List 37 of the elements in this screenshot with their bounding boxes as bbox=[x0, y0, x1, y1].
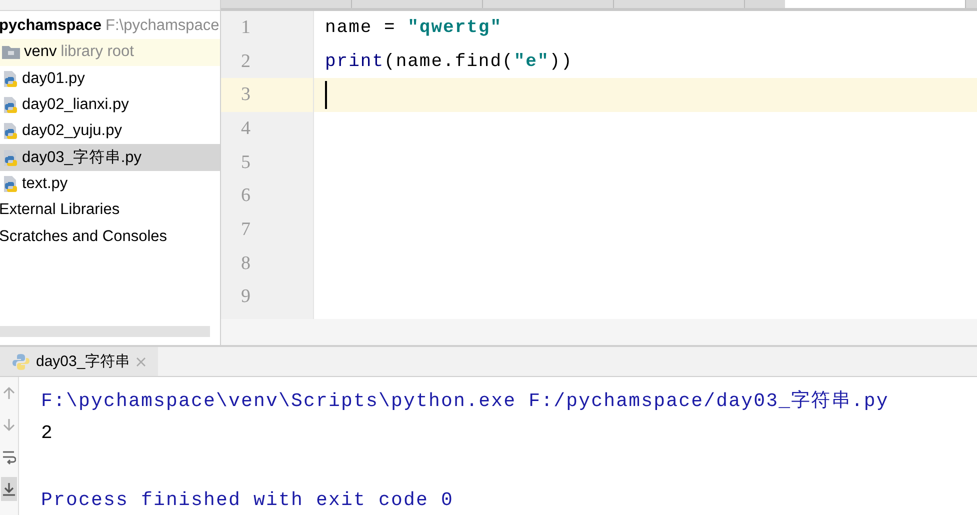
tree-item[interactable]: text.py bbox=[0, 170, 220, 198]
folder-icon bbox=[2, 45, 20, 60]
line-number: 9 bbox=[241, 286, 250, 308]
down-icon bbox=[2, 418, 16, 432]
line-number: 2 bbox=[241, 50, 250, 73]
tree-item[interactable]: day01.py bbox=[0, 66, 220, 92]
code-line: name = "qwertg" bbox=[325, 18, 502, 38]
console-line: F:\pychamspace\venv\Scripts\python.exe F:/pychamspace/day03_字符串.py bbox=[41, 388, 889, 413]
console-line: 2 bbox=[41, 422, 54, 444]
run-tab[interactable]: day03_字符串 bbox=[0, 347, 158, 376]
tree-item[interactable]: day02_yuju.py bbox=[0, 118, 220, 144]
tree-item[interactable]: venv library root bbox=[0, 39, 220, 66]
python-file-icon bbox=[2, 148, 18, 167]
line-number: 5 bbox=[241, 152, 250, 174]
code-line: print(name.find("e")) bbox=[325, 52, 573, 72]
console-line: Process finished with exit code 0 bbox=[41, 489, 454, 512]
tree-item[interactable]: day02_lianxi.py bbox=[0, 92, 220, 118]
close-icon[interactable] bbox=[136, 356, 146, 366]
code-editor[interactable]: name = "qwertg" print(name.find("e")) bbox=[314, 11, 977, 319]
tree-item[interactable]: External Libraries bbox=[0, 197, 220, 224]
text-caret bbox=[325, 81, 327, 110]
python-logo-icon bbox=[12, 352, 30, 370]
line-number: 6 bbox=[241, 185, 250, 208]
line-number: 4 bbox=[241, 118, 250, 140]
line-number: 1 bbox=[241, 16, 250, 39]
scroll-end-toolbar-button[interactable] bbox=[1, 477, 17, 501]
editor-tab[interactable] bbox=[785, 0, 966, 8]
wrap-icon bbox=[2, 450, 16, 464]
line-number: 3 bbox=[241, 84, 250, 106]
tree-item[interactable]: day03_字符串.py bbox=[0, 144, 220, 171]
line-number: 8 bbox=[241, 252, 250, 275]
scrollbar[interactable] bbox=[0, 326, 210, 337]
line-number: 7 bbox=[241, 218, 250, 241]
up-icon bbox=[2, 386, 16, 400]
tree-item[interactable]: Scratches and Consoles bbox=[0, 223, 220, 250]
scroll-end-icon bbox=[2, 482, 16, 496]
tree-item[interactable]: pychamspace F:\pychamspace bbox=[0, 13, 220, 40]
